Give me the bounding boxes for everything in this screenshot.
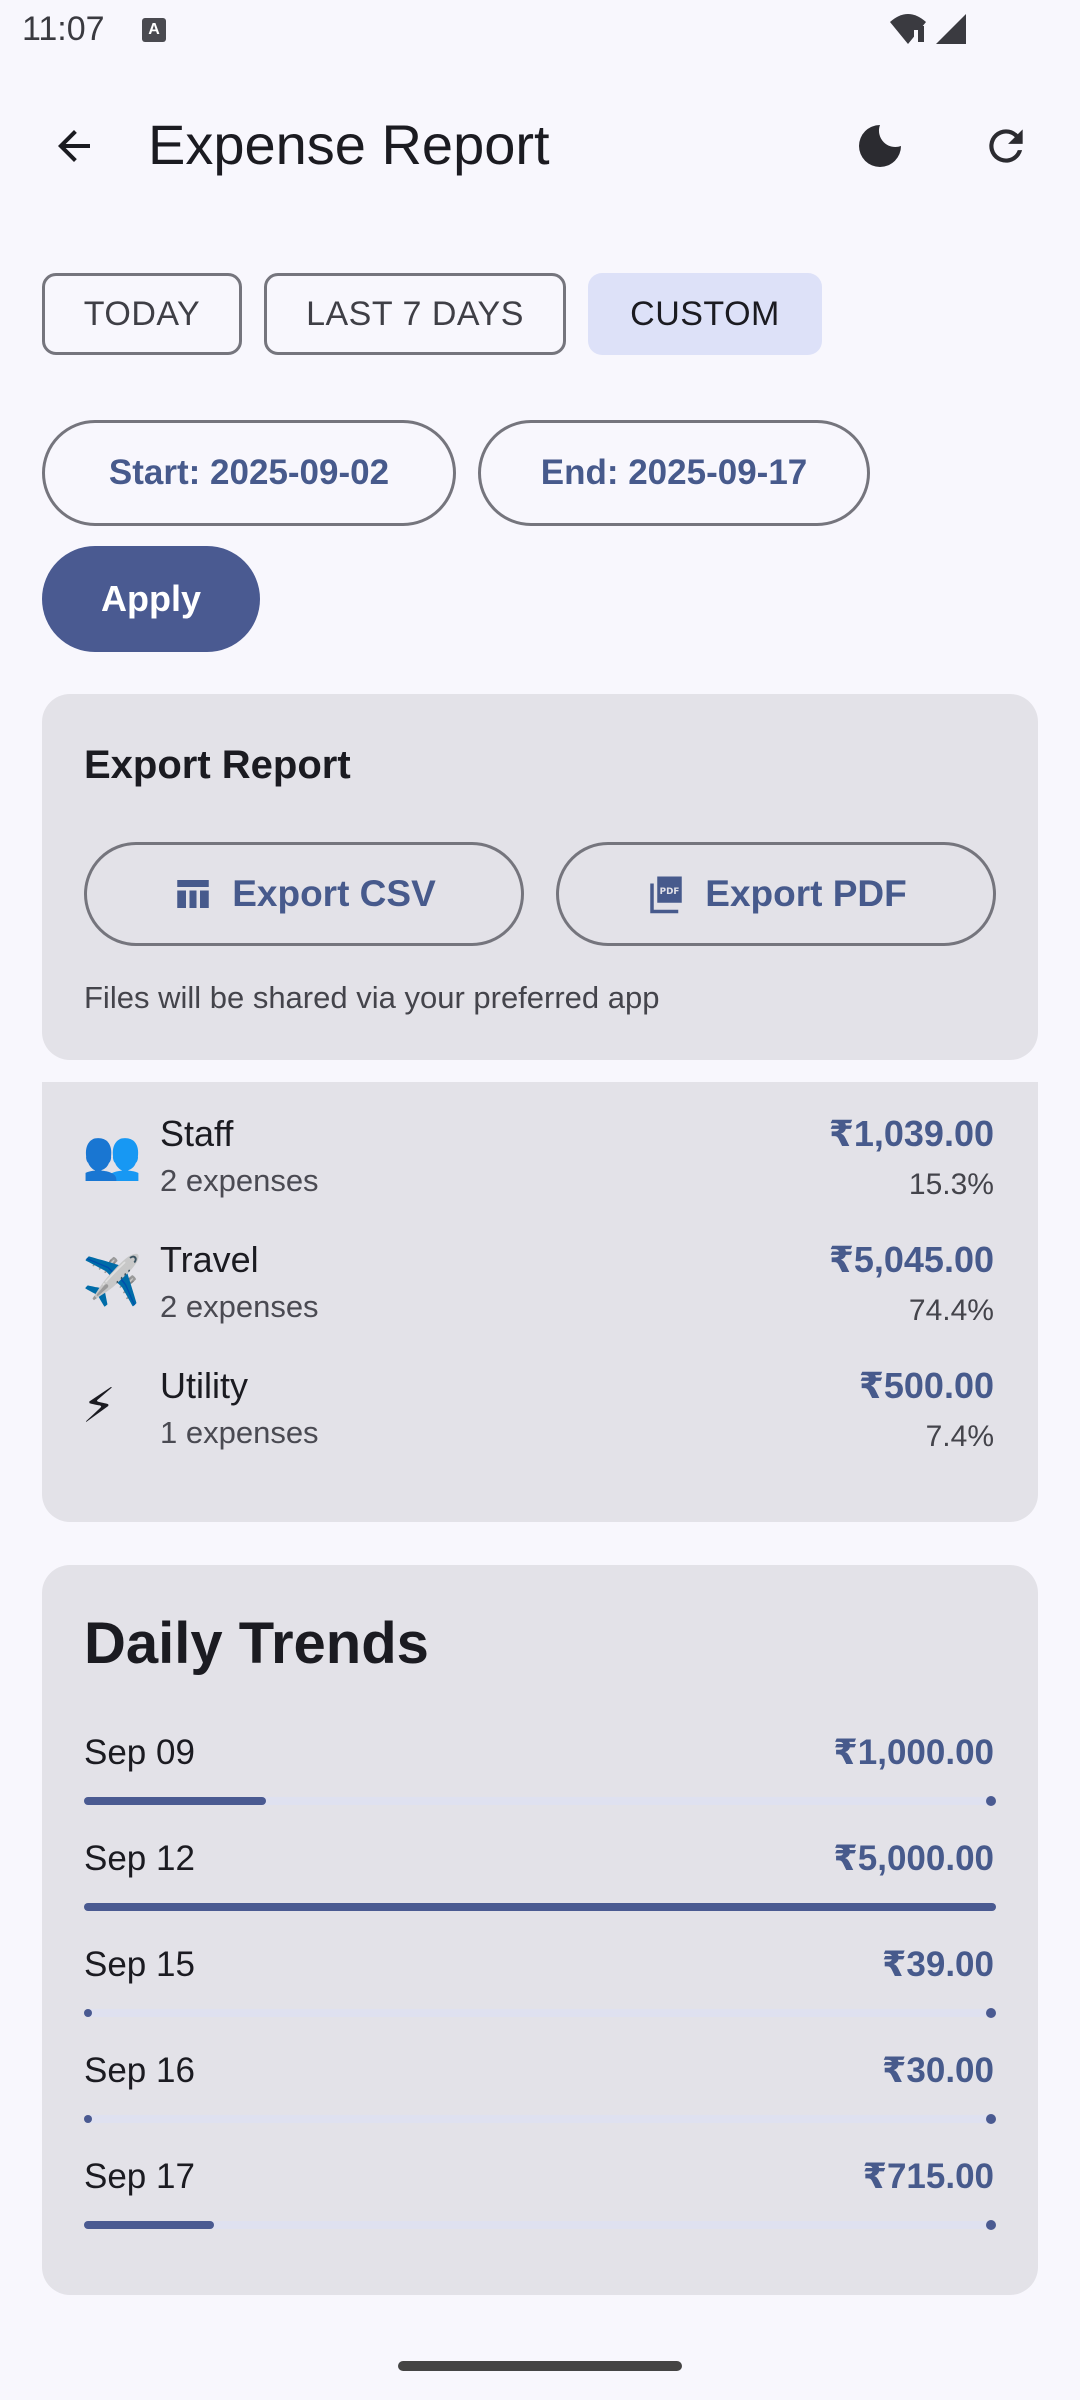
trend-day-label: Sep 12 <box>84 1839 195 1878</box>
apply-button[interactable]: Apply <box>42 546 260 652</box>
export-pdf-button[interactable]: PDF Export PDF <box>556 842 996 946</box>
end-date-button[interactable]: End: 2025-09-17 <box>478 420 870 526</box>
category-amount: ₹500.00 <box>858 1365 994 1406</box>
category-percent: 74.4% <box>908 1294 994 1327</box>
trend-day-amount: ₹30.00 <box>882 2051 994 2090</box>
back-button[interactable] <box>38 110 110 182</box>
home-indicator <box>398 2361 682 2371</box>
trend-progress-fill <box>84 1797 266 1805</box>
trend-progress-end-dot <box>986 1796 996 1806</box>
export-csv-label: Export CSV <box>232 873 436 914</box>
category-count: 1 expenses <box>160 1415 319 1450</box>
trend-day-amount: ₹39.00 <box>882 1945 994 1984</box>
trend-progress-bar <box>84 2008 996 2018</box>
export-pdf-label: Export PDF <box>705 873 907 914</box>
trend-day-label: Sep 16 <box>84 2051 195 2090</box>
notification-icon: A <box>142 18 166 42</box>
trend-progress-end-dot <box>986 2008 996 2018</box>
arrow-back-icon <box>58 130 90 162</box>
filter-chip-today[interactable]: TODAY <box>42 273 242 355</box>
category-icon: ✈️ <box>82 1255 142 1308</box>
trend-progress-fill <box>84 2009 92 2017</box>
category-count: 2 expenses <box>160 1289 319 1324</box>
trend-progress-fill <box>84 2115 92 2123</box>
trend-day-amount: ₹5,000.00 <box>833 1839 994 1878</box>
refresh-icon <box>989 129 1023 163</box>
trend-day-label: Sep 09 <box>84 1733 195 1772</box>
category-amount: ₹5,045.00 <box>828 1239 994 1280</box>
filter-chip-last-7-days[interactable]: LAST 7 DAYS <box>264 273 566 355</box>
trend-progress-bar <box>84 1903 996 1911</box>
filter-chip-custom[interactable]: CUSTOM <box>588 273 822 355</box>
trend-day-label: Sep 17 <box>84 2157 195 2196</box>
trend-progress-fill <box>84 2221 214 2229</box>
trend-progress-end-dot <box>986 2114 996 2124</box>
theme-toggle-button[interactable] <box>844 110 916 182</box>
trend-day-label: Sep 15 <box>84 1945 195 1984</box>
category-name: Staff <box>160 1113 234 1154</box>
trend-progress-end-dot <box>986 2220 996 2230</box>
moon-icon <box>859 125 901 167</box>
export-title: Export Report <box>84 743 351 787</box>
wifi-icon <box>888 12 928 51</box>
category-name: Utility <box>160 1365 248 1406</box>
status-time: 11:07 <box>22 10 105 48</box>
trend-day-amount: ₹715.00 <box>862 2157 994 2196</box>
trend-day-amount: ₹1,000.00 <box>833 1733 994 1772</box>
category-icon: ⚡ <box>82 1380 116 1433</box>
signal-icon <box>934 12 968 51</box>
table-icon <box>177 880 209 908</box>
svg-text:PDF: PDF <box>660 887 680 897</box>
trend-progress-fill <box>84 1903 996 1911</box>
trend-progress-bar <box>84 1796 996 1806</box>
start-date-button[interactable]: Start: 2025-09-02 <box>42 420 456 526</box>
export-note: Files will be shared via your preferred … <box>84 980 660 1015</box>
pdf-icon: PDF <box>650 876 683 914</box>
category-percent: 15.3% <box>908 1168 994 1201</box>
daily-trends-title: Daily Trends <box>84 1611 429 1676</box>
trend-progress-bar <box>84 2220 996 2230</box>
export-csv-button[interactable]: Export CSV <box>84 842 524 946</box>
category-amount: ₹1,039.00 <box>828 1113 994 1154</box>
category-name: Travel <box>160 1239 259 1280</box>
category-percent: 7.4% <box>925 1420 994 1453</box>
page-title: Expense Report <box>148 113 550 176</box>
trend-progress-bar <box>84 2114 996 2124</box>
category-icon: 👥 <box>82 1129 142 1182</box>
category-count: 2 expenses <box>160 1163 319 1198</box>
refresh-button[interactable] <box>970 110 1042 182</box>
